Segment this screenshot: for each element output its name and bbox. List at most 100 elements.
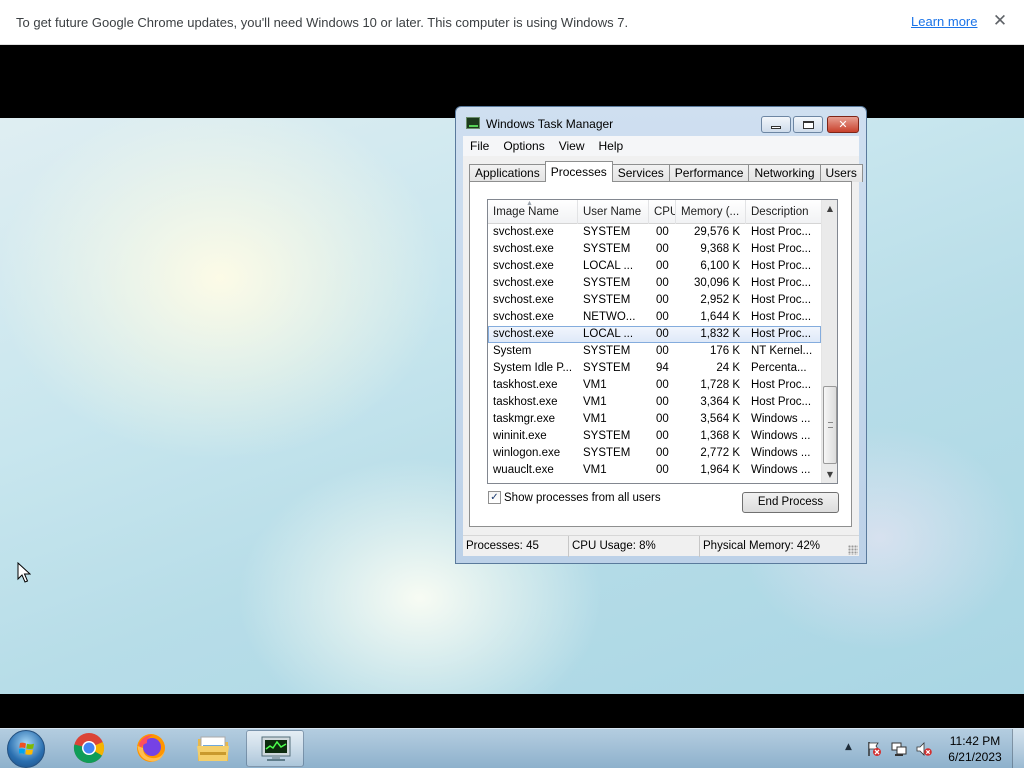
maximize-button[interactable] [793,116,823,133]
tab-processes[interactable]: Processes [544,161,613,182]
column-memory[interactable]: Memory (... [676,200,746,224]
cell-memory: 3,564 K [700,413,740,425]
tab-performance[interactable]: Performance [668,164,750,182]
menu-options[interactable]: Options [496,139,551,153]
cell-user-name: VM1 [583,396,607,408]
status-cpu-usage: CPU Usage: 8% [569,536,700,557]
cell-image-name: svchost.exe [493,243,554,255]
scroll-thumb[interactable] [823,386,837,464]
menu-bar: File Options View Help [463,136,859,156]
cell-user-name: VM1 [583,379,607,391]
menu-file[interactable]: File [463,139,496,153]
menu-help[interactable]: Help [592,139,631,153]
scroll-down-icon[interactable]: ▼ [822,466,837,483]
network-icon[interactable] [891,741,907,757]
minimize-button[interactable] [761,116,791,133]
process-rows: svchost.exe SYSTEM 00 29,576 K Host Proc... s… [488,224,821,479]
cell-description: Host Proc... [751,260,812,272]
process-row[interactable]: taskhost.exe VM1 00 3,364 K Host Proc... [488,394,821,411]
menu-view[interactable]: View [552,139,592,153]
cell-memory: 2,772 K [700,447,740,459]
taskbar-chrome[interactable] [60,730,118,767]
process-row[interactable]: svchost.exe NETWO... 00 1,644 K Host Proc... [488,309,821,326]
cell-memory: 29,576 K [693,226,740,238]
tab-applications[interactable]: Applications [469,164,546,182]
status-bar: Processes: 45 CPU Usage: 8% Physical Mem… [463,535,859,557]
cell-description: Host Proc... [751,328,812,340]
process-row[interactable]: svchost.exe SYSTEM 00 29,576 K Host Proc... [488,224,821,241]
process-row[interactable]: winlogon.exe SYSTEM 00 2,772 K Windows ... [488,445,821,462]
show-hidden-icons-icon[interactable]: ▲ [845,742,852,752]
process-row[interactable]: svchost.exe SYSTEM 00 2,952 K Host Proc... [488,292,821,309]
taskbar-firefox[interactable] [122,730,180,767]
cell-user-name: SYSTEM [583,294,631,306]
tab-networking[interactable]: Networking [748,164,821,182]
process-row[interactable]: taskmgr.exe VM1 00 3,564 K Windows ... [488,411,821,428]
show-all-users-checkbox[interactable]: ✓ Show processes from all users [488,491,661,504]
system-clock[interactable]: 11:42 PM 6/21/2023 [940,733,1010,765]
learn-more-link[interactable]: Learn more [911,14,977,29]
process-row[interactable]: System SYSTEM 00 176 K NT Kernel... [488,343,821,360]
chrome-icon [73,733,105,764]
process-row[interactable]: svchost.exe SYSTEM 00 9,368 K Host Proc... [488,241,821,258]
cell-user-name: NETWO... [583,311,636,323]
process-row[interactable]: System Idle P... SYSTEM 94 24 K Percenta... [488,360,821,377]
process-row[interactable]: svchost.exe LOCAL ... 00 6,100 K Host Proc..… [488,258,821,275]
cell-user-name: VM1 [583,464,607,476]
close-window-button[interactable]: ✕ [827,116,859,133]
process-list[interactable]: ▲ Image Name User Name CPU Memory (... D… [487,199,838,484]
cell-image-name: System [493,345,532,357]
cell-cpu: 00 [656,379,669,391]
cell-cpu: 00 [656,328,669,340]
taskbar-file-explorer[interactable] [184,730,242,767]
cell-image-name: winlogon.exe [493,447,561,459]
maximize-icon [802,120,814,129]
title-bar[interactable]: Windows Task Manager ✕ [456,107,866,137]
minimize-icon [771,126,781,129]
process-row[interactable]: svchost.exe LOCAL ... 00 1,832 K Host Proc..… [488,326,821,343]
show-desktop-button[interactable] [1012,729,1024,768]
end-process-button[interactable]: End Process [742,492,839,513]
action-center-flag-icon[interactable] [866,741,882,757]
column-user-name[interactable]: User Name [578,200,649,224]
windows-logo-icon [19,742,34,755]
scroll-up-icon[interactable]: ▲ [822,200,837,217]
column-image-name[interactable]: ▲ Image Name [488,200,578,224]
cell-image-name: wuauclt.exe [493,464,554,476]
cell-user-name: SYSTEM [583,243,631,255]
cell-memory: 1,368 K [700,430,740,442]
cell-memory: 1,644 K [700,311,740,323]
mouse-cursor-icon [17,562,31,583]
cell-user-name: SYSTEM [583,226,631,238]
task-manager-window: Windows Task Manager ✕ File Options View… [455,106,867,564]
tab-services[interactable]: Services [611,164,670,182]
cell-image-name: svchost.exe [493,226,554,238]
taskbar-task-manager[interactable] [246,730,304,767]
cell-user-name: SYSTEM [583,430,631,442]
cell-memory: 1,832 K [700,328,740,340]
column-description[interactable]: Description [746,200,821,224]
column-cpu[interactable]: CPU [649,200,676,224]
process-row[interactable]: wuauclt.exe VM1 00 1,964 K Windows ... [488,462,821,479]
cell-user-name: SYSTEM [583,277,631,289]
cell-cpu: 00 [656,294,669,306]
cell-image-name: svchost.exe [493,277,554,289]
vertical-scrollbar[interactable]: ▲ ▼ [821,200,837,483]
start-button[interactable] [7,730,45,768]
process-row[interactable]: wininit.exe SYSTEM 00 1,368 K Windows ... [488,428,821,445]
clock-date: 6/21/2023 [948,750,1002,764]
cell-image-name: wininit.exe [493,430,547,442]
cell-memory: 176 K [709,345,740,357]
cell-memory: 6,100 K [700,260,740,272]
sort-ascending-icon: ▲ [526,200,533,207]
process-row[interactable]: svchost.exe SYSTEM 00 30,096 K Host Proc... [488,275,821,292]
close-icon[interactable]: ✕ [990,11,1010,31]
cell-image-name: taskmgr.exe [493,413,555,425]
cell-memory: 2,952 K [700,294,740,306]
cell-cpu: 00 [656,447,669,459]
process-row[interactable]: taskhost.exe VM1 00 1,728 K Host Proc... [488,377,821,394]
tab-users[interactable]: Users [819,164,863,182]
resize-grip-icon[interactable] [848,545,858,555]
volume-muted-icon[interactable] [916,741,932,757]
checkbox-icon[interactable]: ✓ [488,491,501,504]
